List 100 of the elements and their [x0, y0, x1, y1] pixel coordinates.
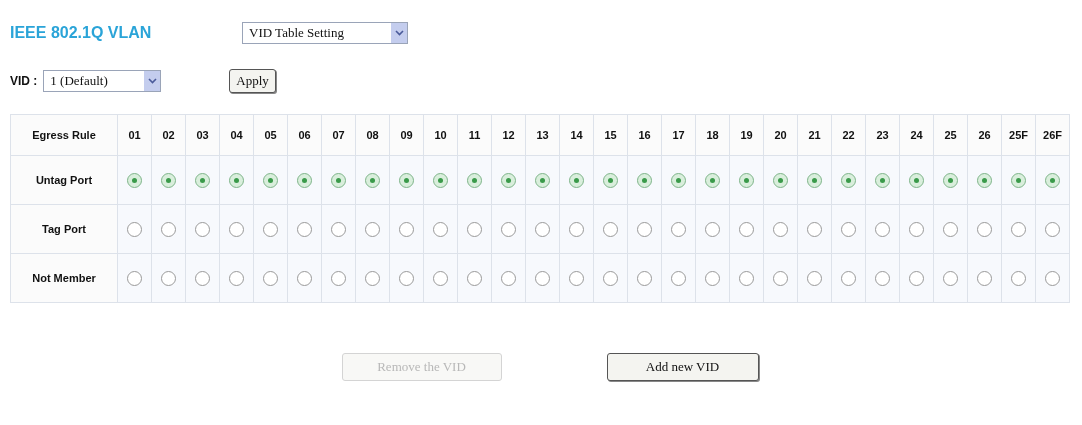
radio-button[interactable] — [875, 222, 890, 238]
radio-button[interactable] — [535, 173, 550, 189]
radio-button[interactable] — [297, 271, 312, 287]
row-header: Untag Port — [10, 155, 118, 205]
radio-button[interactable] — [637, 173, 652, 189]
radio-button[interactable] — [195, 271, 210, 287]
radio-button[interactable] — [433, 173, 448, 189]
column-header: 14 — [559, 114, 594, 156]
radio-button[interactable] — [705, 271, 720, 287]
radio-button[interactable] — [365, 271, 380, 287]
column-header: 01 — [117, 114, 152, 156]
radio-button[interactable] — [467, 222, 482, 238]
radio-button[interactable] — [1045, 173, 1060, 189]
radio-button[interactable] — [229, 222, 244, 238]
radio-button[interactable] — [535, 222, 550, 238]
column-header: 04 — [219, 114, 254, 156]
radio-button[interactable] — [161, 271, 176, 287]
radio-button[interactable] — [671, 222, 686, 238]
row-header: Not Member — [10, 253, 118, 303]
radio-button[interactable] — [841, 222, 856, 238]
radio-button[interactable] — [365, 222, 380, 238]
radio-button[interactable] — [977, 222, 992, 238]
radio-button[interactable] — [263, 173, 278, 189]
radio-button[interactable] — [263, 271, 278, 287]
radio-button[interactable] — [399, 271, 414, 287]
radio-button[interactable] — [637, 271, 652, 287]
radio-button[interactable] — [399, 173, 414, 189]
radio-button[interactable] — [773, 173, 788, 189]
radio-button[interactable] — [807, 222, 822, 238]
radio-button[interactable] — [705, 222, 720, 238]
radio-button[interactable] — [127, 271, 142, 287]
column-header: 18 — [695, 114, 730, 156]
radio-button[interactable] — [195, 222, 210, 238]
radio-button[interactable] — [127, 222, 142, 238]
radio-button[interactable] — [909, 222, 924, 238]
radio-button[interactable] — [943, 271, 958, 287]
radio-button[interactable] — [807, 271, 822, 287]
mode-dropdown[interactable]: VID Table Setting — [242, 22, 408, 44]
radio-button[interactable] — [875, 173, 890, 189]
radio-button[interactable] — [671, 271, 686, 287]
add-vid-button[interactable]: Add new VID — [606, 353, 759, 381]
radio-button[interactable] — [705, 173, 720, 189]
radio-button[interactable] — [433, 271, 448, 287]
radio-button[interactable] — [535, 271, 550, 287]
radio-button[interactable] — [909, 173, 924, 189]
radio-button[interactable] — [1045, 222, 1060, 238]
radio-button[interactable] — [841, 271, 856, 287]
column-header: 05 — [253, 114, 288, 156]
radio-button[interactable] — [569, 173, 584, 189]
radio-button[interactable] — [263, 222, 278, 238]
radio-button[interactable] — [739, 173, 754, 189]
radio-button[interactable] — [467, 271, 482, 287]
radio-button[interactable] — [161, 173, 176, 189]
radio-button[interactable] — [773, 271, 788, 287]
radio-button[interactable] — [569, 222, 584, 238]
vid-dropdown[interactable]: 1 (Default) — [43, 70, 162, 92]
radio-button[interactable] — [569, 271, 584, 287]
radio-button[interactable] — [603, 271, 618, 287]
radio-button[interactable] — [297, 222, 312, 238]
radio-button[interactable] — [1045, 271, 1060, 287]
radio-button[interactable] — [977, 173, 992, 189]
radio-button[interactable] — [1011, 222, 1026, 238]
row-header: Tag Port — [10, 204, 118, 254]
radio-button[interactable] — [501, 173, 516, 189]
radio-button[interactable] — [297, 173, 312, 189]
radio-button[interactable] — [841, 173, 856, 189]
radio-button[interactable] — [739, 271, 754, 287]
radio-button[interactable] — [943, 173, 958, 189]
radio-button[interactable] — [331, 222, 346, 238]
radio-button[interactable] — [977, 271, 992, 287]
radio-button[interactable] — [501, 271, 516, 287]
radio-button[interactable] — [603, 173, 618, 189]
column-header: 11 — [457, 114, 492, 156]
radio-button[interactable] — [773, 222, 788, 238]
radio-button[interactable] — [229, 173, 244, 189]
radio-button[interactable] — [331, 173, 346, 189]
apply-button[interactable]: Apply — [229, 69, 276, 93]
radio-button[interactable] — [467, 173, 482, 189]
radio-button[interactable] — [331, 271, 346, 287]
radio-button[interactable] — [501, 222, 516, 238]
radio-button[interactable] — [943, 222, 958, 238]
radio-button[interactable] — [365, 173, 380, 189]
radio-button[interactable] — [127, 173, 142, 189]
radio-button[interactable] — [195, 173, 210, 189]
radio-button[interactable] — [229, 271, 244, 287]
radio-button[interactable] — [1011, 271, 1026, 287]
radio-button[interactable] — [739, 222, 754, 238]
radio-button[interactable] — [909, 271, 924, 287]
column-header: 26F — [1035, 114, 1070, 156]
radio-button[interactable] — [399, 222, 414, 238]
radio-button[interactable] — [603, 222, 618, 238]
radio-button[interactable] — [875, 271, 890, 287]
radio-button[interactable] — [637, 222, 652, 238]
radio-button[interactable] — [161, 222, 176, 238]
radio-button[interactable] — [433, 222, 448, 238]
column-header: 24 — [899, 114, 934, 156]
radio-button[interactable] — [671, 173, 686, 189]
column-header: 13 — [525, 114, 560, 156]
radio-button[interactable] — [807, 173, 822, 189]
radio-button[interactable] — [1011, 173, 1026, 189]
